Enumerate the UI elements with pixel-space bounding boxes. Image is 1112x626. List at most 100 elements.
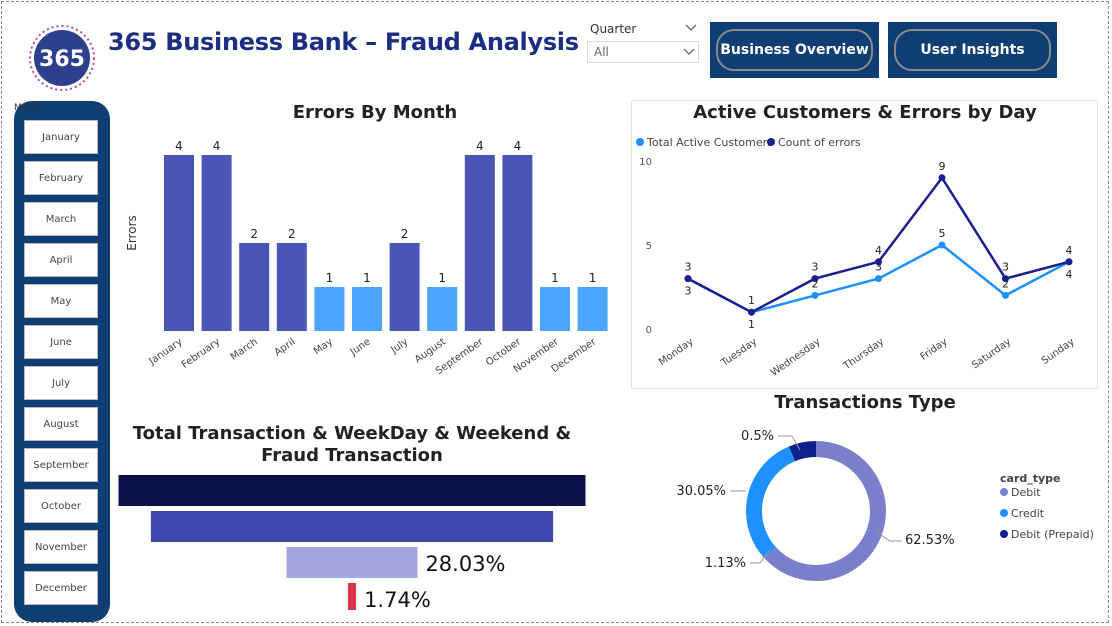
day-tick-label: Wednesday: [769, 336, 823, 378]
page-title: 365 Business Bank – Fraud Analysis: [108, 28, 579, 56]
legend-label: Credit: [1011, 507, 1045, 520]
legend-marker: [1000, 488, 1008, 496]
bar-value-label: 2: [288, 227, 296, 241]
bar-july: [389, 243, 420, 331]
month-button-february[interactable]: February: [24, 161, 98, 195]
legend-label: Total Active Customers: [646, 136, 773, 149]
bar-value-label: 1: [438, 271, 446, 285]
funnel-value-label: 28.03%: [425, 552, 505, 576]
quarter-dropdown-value: All: [594, 45, 609, 59]
month-tick-label: July: [388, 336, 410, 356]
bar-january: [164, 155, 194, 331]
day-tick-label: Thursday: [841, 336, 886, 372]
day-tick-label: Friday: [919, 336, 950, 362]
series-point: [1002, 291, 1009, 299]
month-tick-label: January: [147, 336, 185, 367]
bar-may: [314, 287, 345, 331]
month-tick-label: March: [229, 336, 260, 362]
funnel-title: Total Transaction & WeekDay & Weekend & …: [132, 423, 572, 466]
series-point: [748, 308, 755, 316]
bar-october: [502, 155, 533, 331]
funnel-bar: [118, 475, 586, 506]
bar-november: [540, 287, 570, 331]
month-button-october[interactable]: October: [24, 489, 98, 523]
month-tick-label: May: [312, 336, 335, 357]
active-customers-chart: Total Active Customers Count of errors 0 5 1…: [636, 136, 1077, 379]
month-button-march[interactable]: March: [24, 202, 98, 236]
point-value-label: 1: [748, 294, 755, 307]
bar-value-label: 4: [213, 139, 221, 153]
chevron-down-icon: [683, 48, 695, 55]
day-tick-label: Monday: [657, 336, 696, 368]
quarter-filter-label: Quarter: [590, 22, 637, 36]
funnel-bar: [347, 583, 357, 610]
errors-axis-label: Errors: [125, 215, 139, 251]
month-button-december[interactable]: December: [24, 571, 98, 605]
chevron-down-icon[interactable]: [684, 23, 698, 33]
logo-text: 365: [39, 47, 85, 72]
point-value-label: 3: [1002, 261, 1009, 274]
transaction-funnel-chart: 28.03% 1.74%: [118, 475, 586, 610]
day-tick-label: Tuesday: [719, 336, 760, 369]
transactions-type-title: Transactions Type: [774, 392, 956, 413]
month-button-july[interactable]: July: [24, 366, 98, 400]
bar-value-label: 2: [250, 227, 258, 241]
y-tick-label: 5: [646, 241, 652, 252]
point-value-label: 5: [939, 227, 946, 240]
quarter-dropdown[interactable]: All: [587, 41, 699, 63]
bar-value-label: 2: [401, 227, 409, 241]
month-tick-label: June: [348, 336, 373, 358]
bar-value-label: 1: [363, 271, 371, 285]
legend-label: Debit (Prepaid): [1011, 528, 1094, 541]
legend-marker: [767, 138, 775, 146]
y-tick-label: 0: [646, 325, 652, 336]
errors-by-month-chart: Errors 4 January 4 February 2 March 2 April 1 May 1…: [125, 139, 608, 377]
user-insights-button[interactable]: User Insights: [888, 22, 1057, 78]
donut-value-label: 1.13%: [705, 556, 746, 571]
donut-value-label: 30.05%: [676, 484, 726, 499]
legend-marker: [1000, 530, 1008, 538]
business-overview-button[interactable]: Business Overview: [710, 22, 879, 78]
point-value-label: 3: [685, 285, 692, 298]
donut-value-label: 62.53%: [905, 533, 955, 548]
point-value-label: 9: [939, 160, 946, 173]
month-button-january[interactable]: January: [24, 120, 98, 154]
day-tick-label: Sunday: [1040, 336, 1077, 367]
legend-label: Count of errors: [778, 136, 861, 149]
funnel-bar: [286, 547, 418, 578]
month-button-august[interactable]: August: [24, 407, 98, 441]
bar-april: [276, 243, 307, 331]
series-point: [938, 174, 946, 182]
point-value-label: 3: [685, 261, 692, 274]
bar-december: [577, 287, 608, 331]
month-button-september[interactable]: September: [24, 448, 98, 482]
series-point: [811, 291, 819, 299]
y-tick-label: 10: [639, 157, 652, 168]
series-point: [1065, 258, 1073, 266]
active-customers-title: Active Customers & Errors by Day: [693, 102, 1037, 123]
series-point: [684, 275, 692, 283]
series-point: [875, 275, 882, 283]
month-tick-label: February: [180, 336, 223, 370]
month-slicer-header: Month: [14, 103, 43, 113]
funnel-value-label: 1.74%: [364, 588, 431, 610]
point-value-label: 4: [875, 244, 882, 257]
bar-value-label: 1: [589, 271, 597, 285]
legend-marker: [636, 138, 644, 146]
bar-value-label: 4: [476, 139, 484, 153]
bar-value-label: 4: [514, 139, 522, 153]
transactions-type-chart: 62.53% 30.05% 0.5% 1.13% card_typeDebit Credi…: [676, 429, 1094, 581]
bar-september: [464, 155, 495, 331]
month-button-april[interactable]: April: [24, 243, 98, 277]
bar-june: [352, 287, 382, 331]
month-button-may[interactable]: May: [24, 284, 98, 318]
series-point: [875, 258, 882, 266]
user-insights-label: User Insights: [894, 29, 1051, 71]
month-button-november[interactable]: November: [24, 530, 98, 564]
bar-value-label: 1: [326, 271, 334, 285]
bar-value-label: 4: [175, 139, 183, 153]
point-value-label: 4: [1066, 244, 1073, 257]
month-button-june[interactable]: June: [24, 325, 98, 359]
funnel-bar: [150, 511, 554, 542]
series-point: [811, 275, 819, 283]
